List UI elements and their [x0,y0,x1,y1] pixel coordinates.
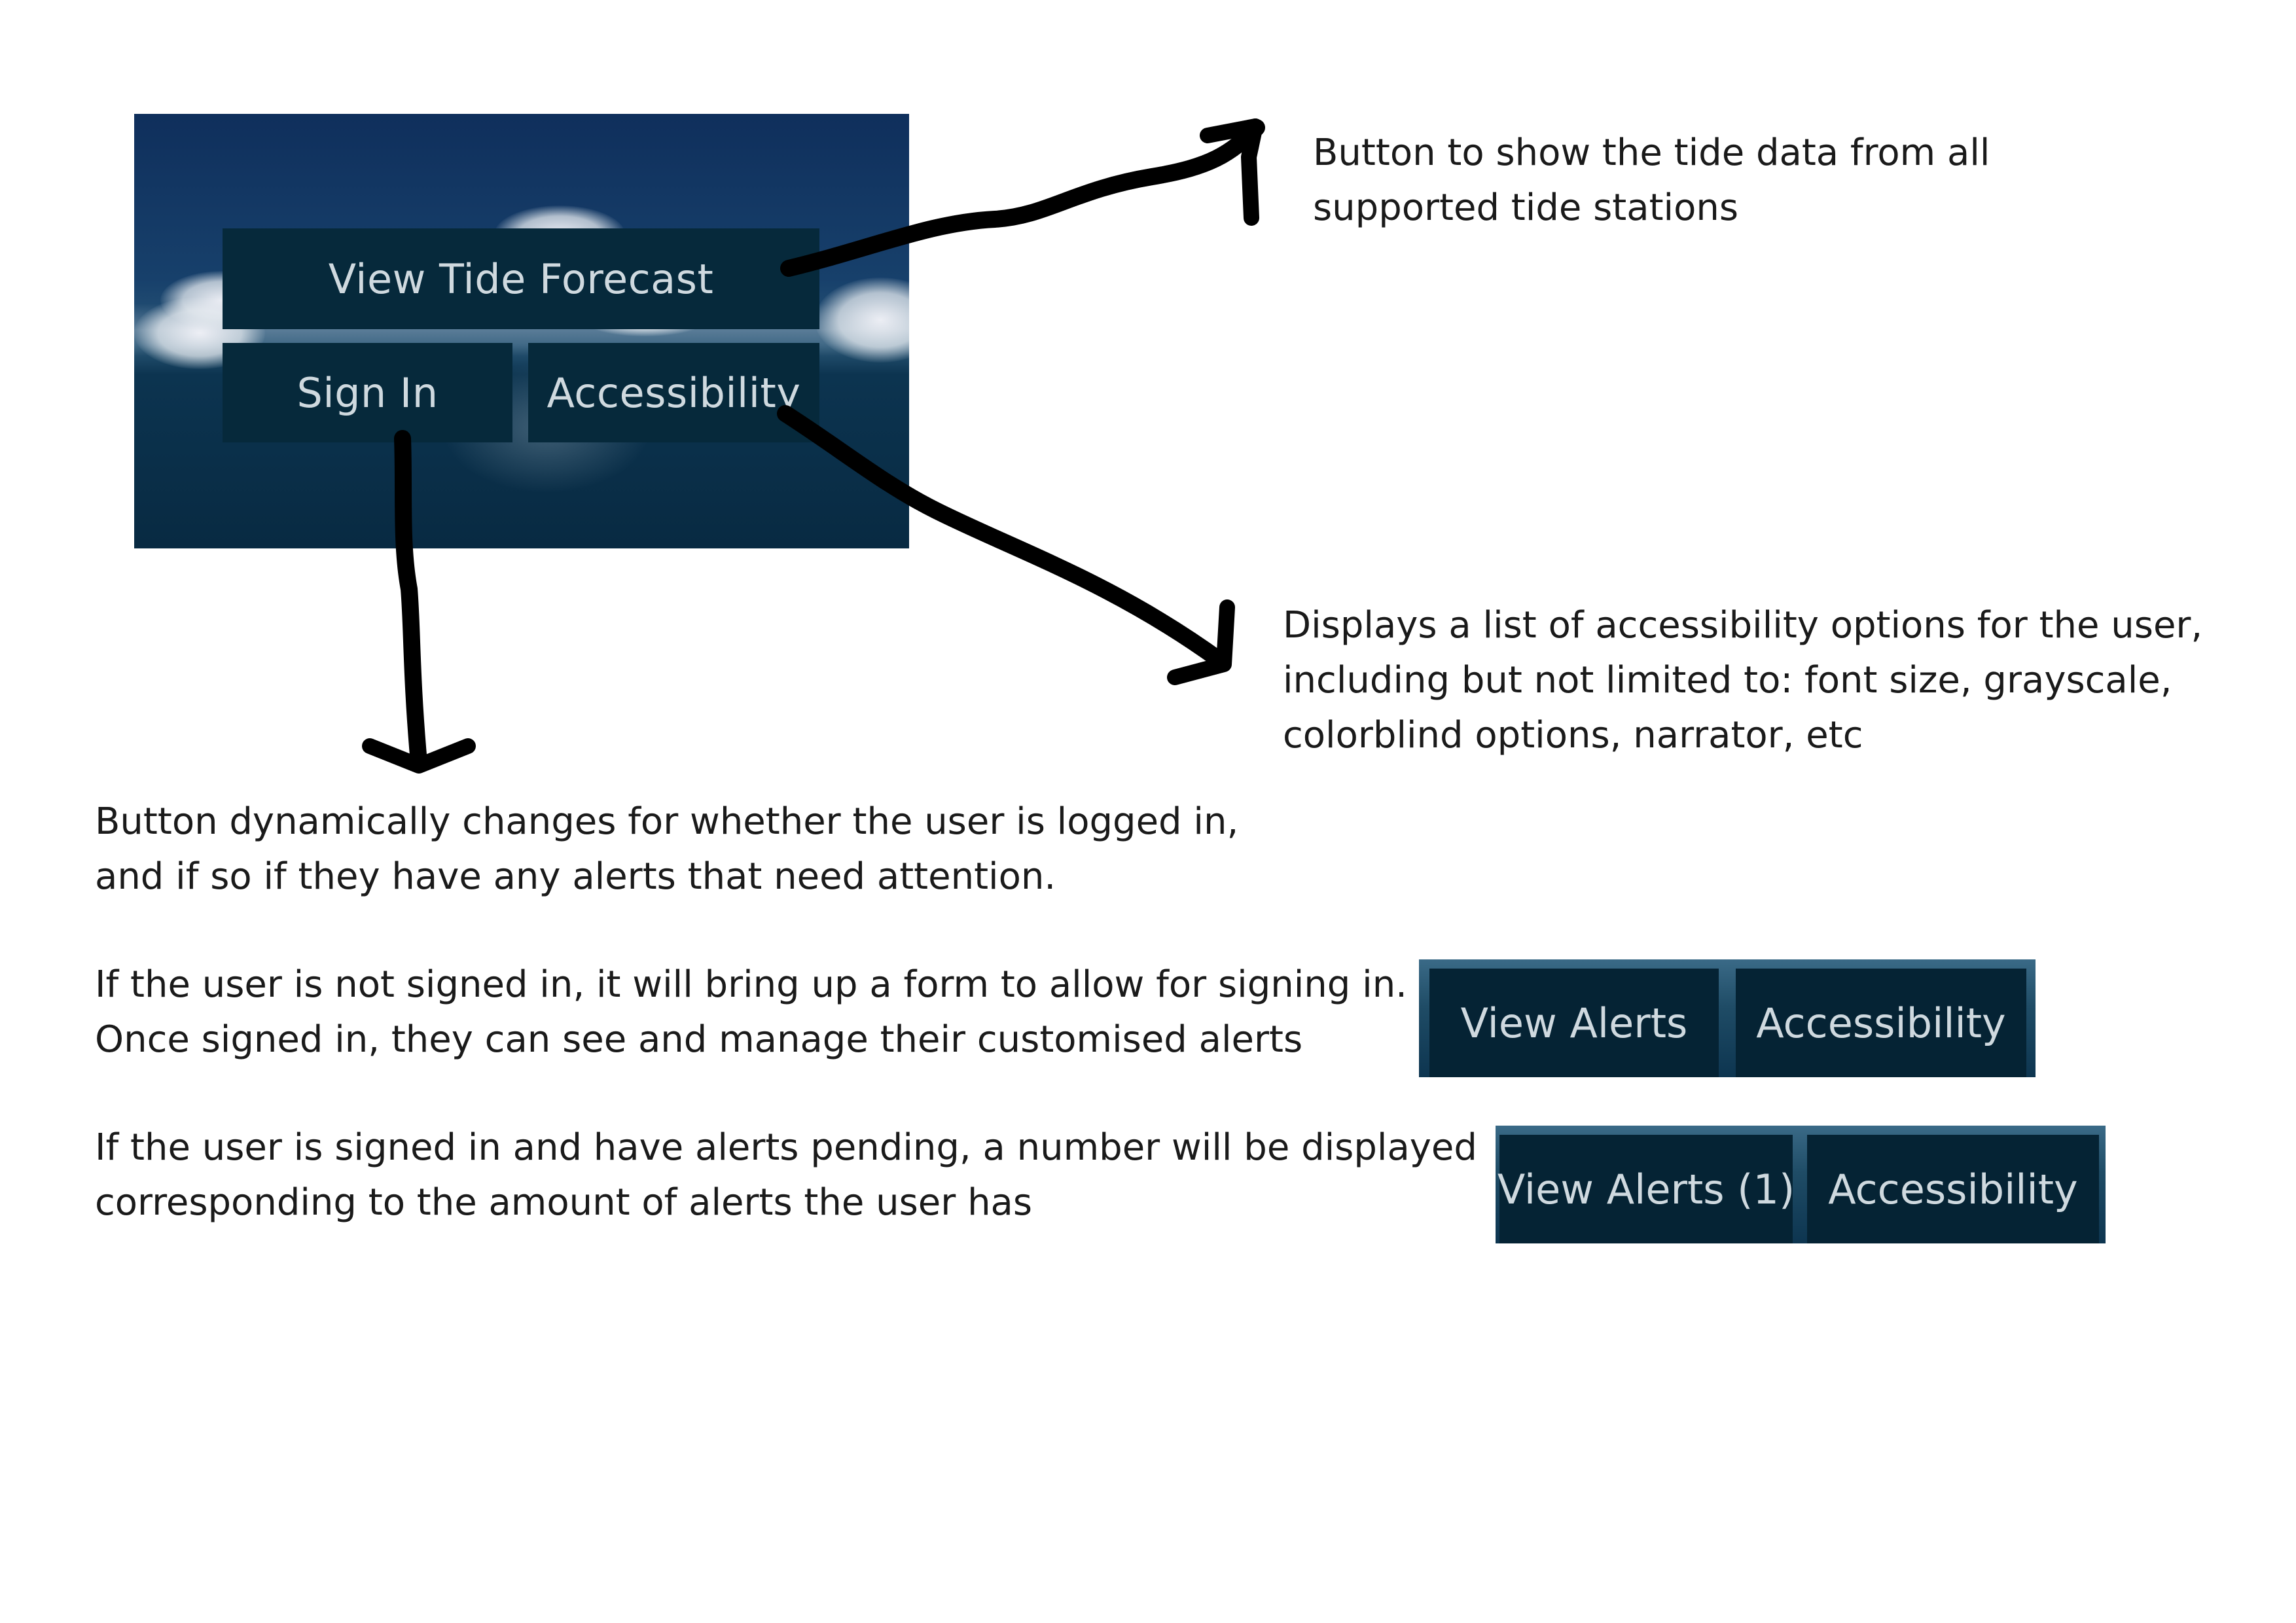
note-line: colorblind options, narrator, etc [1283,714,1863,757]
sign-in-button-note: Button dynamically changes for whether t… [95,794,1238,904]
view-tide-forecast-button[interactable]: View Tide Forecast [223,228,819,329]
note-line: corresponding to the amount of alerts th… [95,1181,1033,1224]
note-line: Button to show the tide data from all [1313,132,1990,174]
accessibility-button[interactable]: Accessibility [1736,969,2026,1077]
note-line: supported tide stations [1313,187,1739,229]
ocean-header-panel: View Tide Forecast Sign In Accessibility [134,114,909,548]
view-alerts-count-button[interactable]: View Alerts (1) [1498,1135,1795,1243]
note-line: Displays a list of accessibility options… [1283,604,2203,647]
accessibility-button[interactable]: Accessibility [1807,1135,2099,1243]
accessibility-button[interactable]: Accessibility [528,343,819,442]
note-line: and if so if they have any alerts that n… [95,855,1056,898]
tide-button-note: Button to show the tide data from all su… [1313,126,1990,236]
note-line: including but not limited to: font size,… [1283,659,2172,702]
sign-in-button[interactable]: Sign In [223,343,512,442]
note-line: Once signed in, they can see and manage … [95,1018,1303,1061]
alerts-pending-button-strip: View Alerts (1) Accessibility [1496,1126,2106,1243]
note-line: If the user is signed in and have alerts… [95,1126,1477,1169]
not-signed-in-note: If the user is not signed in, it will br… [95,957,1407,1067]
note-line: If the user is not signed in, it will br… [95,963,1407,1006]
accessibility-button-note: Displays a list of accessibility options… [1283,598,2202,763]
note-line: Button dynamically changes for whether t… [95,800,1239,843]
signed-in-button-strip: View Alerts Accessibility [1419,959,2036,1077]
view-alerts-button[interactable]: View Alerts [1429,969,1719,1077]
alerts-pending-note: If the user is signed in and have alerts… [95,1120,1477,1230]
